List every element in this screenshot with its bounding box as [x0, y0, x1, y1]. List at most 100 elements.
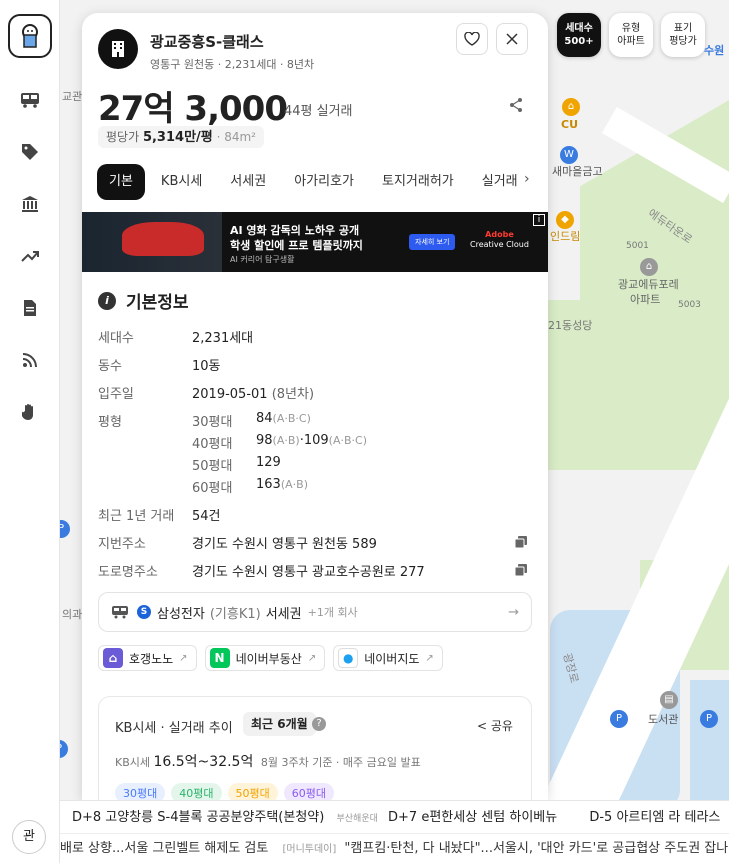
filter-value: 500+ [564, 36, 594, 47]
display-filter-button[interactable]: 표기 평당가 [661, 13, 705, 57]
filter-label: 세대수 [565, 23, 593, 34]
map-label: 도서관 [648, 713, 679, 726]
map-label: 교관 [62, 90, 83, 103]
naver-map-logo-icon: ● [338, 648, 359, 668]
app-logo[interactable] [8, 14, 52, 58]
naver-realestate-link[interactable]: N 네이버부동산 ↗ [204, 645, 326, 671]
share-icon[interactable] [508, 97, 524, 117]
map-label: 아파트 [630, 293, 661, 306]
pyeong-type: 40평대 [192, 437, 233, 452]
ad-headline-2: 학생 할인에 프로 템플릿까지 [230, 239, 363, 252]
naver-map-link[interactable]: ● 네이버지도 ↗ [333, 645, 443, 671]
chevron-right-icon[interactable]: › [524, 171, 530, 187]
favorite-button[interactable] [456, 23, 488, 55]
pyeong-subtype: (A·B) [272, 434, 300, 447]
commute-company: 삼성전자 [157, 606, 205, 622]
section-title-text: 기본정보 [126, 293, 189, 313]
arrow-right-icon: → [508, 604, 519, 620]
bank-icon[interactable] [16, 190, 44, 218]
pyeong-subtype: (A·B·C) [328, 434, 367, 447]
unit-price-box: 평당가 5,314만/평 · 84m² [98, 126, 264, 148]
ad-banner[interactable]: AI 영화 감독의 노하우 공개 학생 할인에 프로 템플릿까지 AI 커리어 … [82, 212, 548, 272]
parking-pin-icon[interactable]: P [60, 740, 68, 758]
unit-price-label: 평당가 [106, 130, 140, 144]
kb-range-label: KB시세 [115, 756, 150, 769]
filter-value: 아파트 [617, 36, 645, 47]
trades-label: 최근 1년 거래 [98, 509, 175, 524]
ticker-item[interactable]: D+7 e편한세상 센텀 하이베뉴 [388, 810, 557, 825]
naver-logo-icon: N [209, 648, 230, 668]
building-icon [98, 29, 138, 69]
document-icon[interactable] [16, 294, 44, 322]
chip-40[interactable]: 40평대 [171, 783, 222, 800]
help-icon[interactable]: ? [312, 717, 326, 731]
library-pin-icon[interactable]: ▤ [660, 691, 678, 709]
trend-icon[interactable] [16, 242, 44, 270]
hand-icon[interactable] [16, 398, 44, 426]
subscription-ticker[interactable]: D+8 고양창릉 S-4블록 공공분양주택(본청약) 부산해운대 D+7 e편한… [60, 800, 729, 833]
rail-bottom-button[interactable]: 관 [12, 820, 46, 854]
kb-share-button[interactable]: < 공유 [477, 717, 513, 734]
ticker-item[interactable]: D-5 아르티엠 라 테라스 [589, 810, 720, 825]
map-label: 새마을금고 [552, 165, 603, 178]
pyeong-size: 84 [256, 411, 273, 426]
apartment-name: 광교중흥S-클래스 [150, 33, 264, 51]
pyeong-size: 129 [256, 455, 281, 470]
chip-30[interactable]: 30평대 [115, 783, 166, 800]
commute-zone: 서세권 [265, 606, 302, 622]
tab-land-permit[interactable]: 토지거래허가 [370, 164, 466, 200]
pyeong-values: 163(A·B) [256, 477, 308, 492]
link-label: 호갱노노 [129, 651, 174, 666]
samsung-logo-icon: S [137, 605, 151, 619]
pyeong-type: 50평대 [192, 459, 233, 474]
news-ticker[interactable]: 배로 상향...서울 그린벨트 해제도 검토 [머니투데이] "캠프킴·탄천, … [60, 833, 729, 863]
tab-seosegwon[interactable]: 서세권 [218, 164, 278, 200]
tab-transactions[interactable]: 실거래 [470, 164, 530, 200]
copy-icon[interactable] [515, 564, 527, 576]
kb-period-button[interactable]: 최근 6개월 [243, 712, 316, 736]
ad-info-icon[interactable]: i [533, 214, 545, 226]
road-value: 경기도 수원시 영통구 광교호수공원로 277 [192, 565, 425, 580]
ad-cta-button[interactable]: 자세히 보기 [409, 234, 456, 250]
movein-age: (8년차) [271, 387, 315, 402]
commute-card[interactable]: S 삼성전자 (기흥K1) 서세권 +1개 회사 → [98, 592, 532, 632]
parking-pin-icon[interactable]: P [610, 710, 628, 728]
jibun-label: 지번주소 [98, 537, 146, 552]
tab-basic[interactable]: 기본 [97, 164, 145, 200]
tag-icon[interactable] [16, 138, 44, 166]
type-filter-button[interactable]: 유형 아파트 [609, 13, 653, 57]
info-icon: i [98, 291, 116, 310]
pyeong-type: 60평대 [192, 481, 233, 496]
close-button[interactable] [496, 23, 528, 55]
bus-icon[interactable] [16, 86, 44, 114]
parking-pin-icon[interactable]: P [60, 520, 70, 538]
apartment-pin-icon[interactable]: ⌂ [640, 258, 658, 276]
kb-trend-card: KB시세 · 실거래 추이 최근 6개월 ? < 공유 KB시세 16.5억~3… [98, 696, 532, 800]
feed-icon[interactable] [16, 346, 44, 374]
ad-brand-line2: Creative Cloud [470, 240, 529, 249]
external-link-icon: ↗ [179, 652, 188, 664]
hogangnono-link[interactable]: ⌂ 호갱노노 ↗ [98, 645, 197, 671]
news-source: [머니투데이] [282, 844, 337, 855]
households-filter-button[interactable]: 세대수 500+ [557, 13, 601, 57]
chip-50[interactable]: 50평대 [227, 783, 278, 800]
news-item[interactable]: "캠프킴·탄천, 다 내놨다"...서울시, '대안 카드'로 공급협상 주도권… [344, 841, 728, 856]
shop-pin-icon[interactable]: ◆ [556, 211, 574, 229]
chip-60[interactable]: 60평대 [283, 783, 334, 800]
bank-pin-icon[interactable]: W [560, 146, 578, 164]
tab-asking-price[interactable]: 아가리호가 [282, 164, 366, 200]
station-label: 수원 [704, 44, 725, 57]
kb-range: KB시세 16.5억~32.5억 8월 3주차 기준 · 매주 금요일 발표 [115, 751, 421, 771]
ad-car-image [122, 222, 204, 256]
unit-price-value: 5,314만/평 [142, 130, 213, 145]
store-pin-icon[interactable]: ⌂ [562, 98, 580, 116]
news-item[interactable]: 배로 상향...서울 그린벨트 해제도 검토 [60, 841, 268, 856]
copy-icon[interactable] [515, 536, 527, 548]
filter-label: 표기 [673, 23, 693, 34]
ad-tagline: AI 커리어 탐구생활 [230, 255, 295, 264]
parking-pin-icon[interactable]: P [700, 710, 718, 728]
link-label: 네이버지도 [364, 651, 420, 666]
tab-kb[interactable]: KB시세 [149, 164, 214, 200]
buildings-label: 동수 [98, 359, 122, 374]
ticker-item[interactable]: D+8 고양창릉 S-4블록 공공분양주택(본청약) [72, 810, 324, 825]
